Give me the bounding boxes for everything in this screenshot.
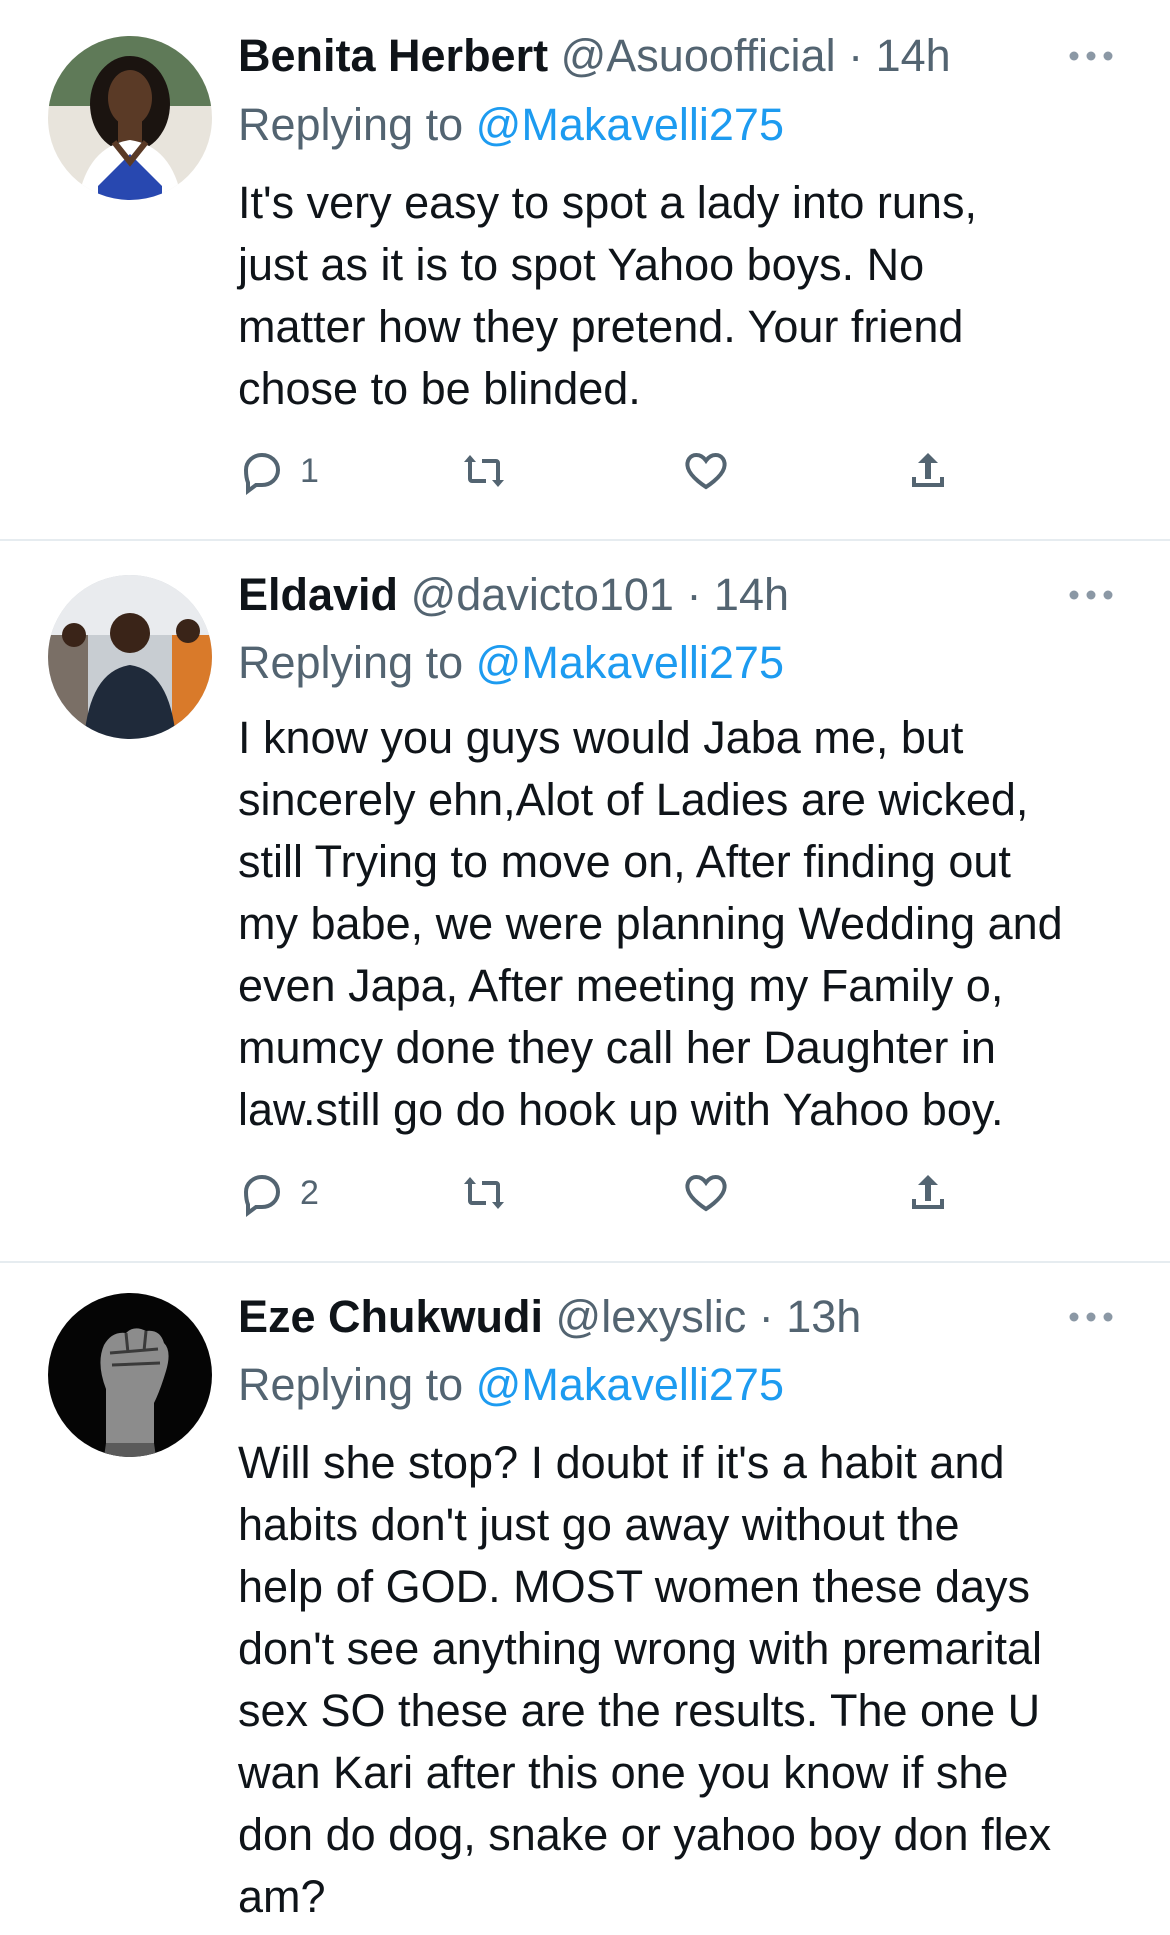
author-name[interactable]: Eze Chukwudi [238, 1291, 543, 1342]
tweet-text-line: even Japa, After meeting my Family o, [238, 960, 1004, 1011]
tweet-text-line: Will she stop? I doubt if it's a habit a… [238, 1437, 1005, 1488]
reply-button[interactable]: 2 [238, 1165, 319, 1221]
share-icon [912, 1175, 944, 1209]
tweet-text-line: law.still go do hook up with Yahoo boy. [238, 1084, 1004, 1135]
tweet-2[interactable]: Eldavid @davicto101 · 14h Replying to @M… [0, 541, 1170, 1263]
reply-icon [243, 1174, 281, 1217]
like-button[interactable] [682, 1165, 730, 1221]
tweet-text-line: It's very easy to spot a lady into runs, [238, 177, 977, 228]
replying-to-label: Replying to [238, 637, 464, 688]
tweet-text-line: mumcy done they call her Daughter in [238, 1022, 996, 1073]
tweet-text: I know you guys would Jaba me, but since… [238, 707, 1138, 1141]
tweet-text: Will she stop? I doubt if it's a habit a… [238, 1432, 1138, 1928]
replying-to: Replying to @Makavelli275 [238, 635, 784, 691]
avatar[interactable] [48, 575, 212, 739]
replying-to-label: Replying to [238, 1359, 464, 1410]
share-icon [912, 453, 944, 487]
tweet-text-line: help of GOD. MOST women these days [238, 1561, 1031, 1612]
retweet-button[interactable] [460, 1165, 508, 1221]
tweet-header: Benita Herbert @Asuoofficial · 14h [238, 28, 951, 84]
tweet-3[interactable]: Eze Chukwudi @lexyslic · 13h Replying to… [0, 1263, 1170, 1935]
tweet-text-line: am? [238, 1871, 326, 1922]
retweet-icon [464, 1177, 504, 1209]
replying-to-handle[interactable]: @Makavelli275 [476, 99, 784, 150]
tweet-header: Eldavid @davicto101 · 14h [238, 567, 789, 623]
tweet-text-line: wan Kari after this one you know if she [238, 1747, 1009, 1798]
share-button[interactable] [904, 443, 952, 499]
tweet-text-line: chose to be blinded. [238, 363, 641, 414]
retweet-icon [464, 455, 504, 487]
tweet-header: Eze Chukwudi @lexyslic · 13h [238, 1289, 861, 1345]
avatar[interactable] [48, 36, 212, 200]
replying-to: Replying to @Makavelli275 [238, 97, 784, 153]
tweet-text-line: sincerely ehn,Alot of Ladies are wicked, [238, 774, 1029, 825]
like-button[interactable] [682, 443, 730, 499]
timestamp[interactable]: · 14h [848, 30, 951, 81]
replying-to-label: Replying to [238, 99, 464, 150]
action-bar: 1 [238, 443, 998, 499]
avatar[interactable] [48, 1293, 212, 1457]
tweet-text-line: my babe, we were planning Wedding and [238, 898, 1063, 949]
author-name[interactable]: Benita Herbert [238, 30, 548, 81]
reply-count: 2 [300, 1173, 319, 1212]
replying-to: Replying to @Makavelli275 [238, 1357, 784, 1413]
author-handle[interactable]: @davicto101 [411, 569, 674, 620]
tweet-text-line: don't see anything wrong with premarital [238, 1623, 1043, 1674]
tweet-text-line: sex SO these are the results. The one U [238, 1685, 1041, 1736]
share-button[interactable] [904, 1165, 952, 1221]
action-bar: 2 [238, 1165, 998, 1221]
tweet-text-line: just as it is to spot Yahoo boys. No [238, 239, 925, 290]
reply-icon [243, 452, 281, 495]
heart-icon [685, 1174, 727, 1212]
tweet-text-line: habits don't just go away without the [238, 1499, 960, 1550]
heart-icon [685, 452, 727, 490]
tweet-text-line: don do dog, snake or yahoo boy don flex [238, 1809, 1052, 1860]
author-handle[interactable]: @lexyslic [556, 1291, 747, 1342]
replying-to-handle[interactable]: @Makavelli275 [476, 1359, 784, 1410]
timestamp[interactable]: · 13h [759, 1291, 862, 1342]
retweet-button[interactable] [460, 443, 508, 499]
tweet-1[interactable]: Benita Herbert @Asuoofficial · 14h Reply… [0, 0, 1170, 540]
more-options-icon[interactable] [1068, 46, 1114, 66]
tweet-text-line: still Trying to move on, After finding o… [238, 836, 1011, 887]
author-handle[interactable]: @Asuoofficial [561, 30, 836, 81]
more-options-icon[interactable] [1068, 585, 1114, 605]
tweet-text-line: matter how they pretend. Your friend [238, 301, 964, 352]
replying-to-handle[interactable]: @Makavelli275 [476, 637, 784, 688]
more-options-icon[interactable] [1068, 1307, 1114, 1327]
tweet-text-line: I know you guys would Jaba me, but [238, 712, 964, 763]
author-name[interactable]: Eldavid [238, 569, 398, 620]
reply-count: 1 [300, 451, 319, 490]
tweet-text: It's very easy to spot a lady into runs,… [238, 172, 1138, 420]
reply-button[interactable]: 1 [238, 443, 319, 499]
timestamp[interactable]: · 14h [686, 569, 789, 620]
